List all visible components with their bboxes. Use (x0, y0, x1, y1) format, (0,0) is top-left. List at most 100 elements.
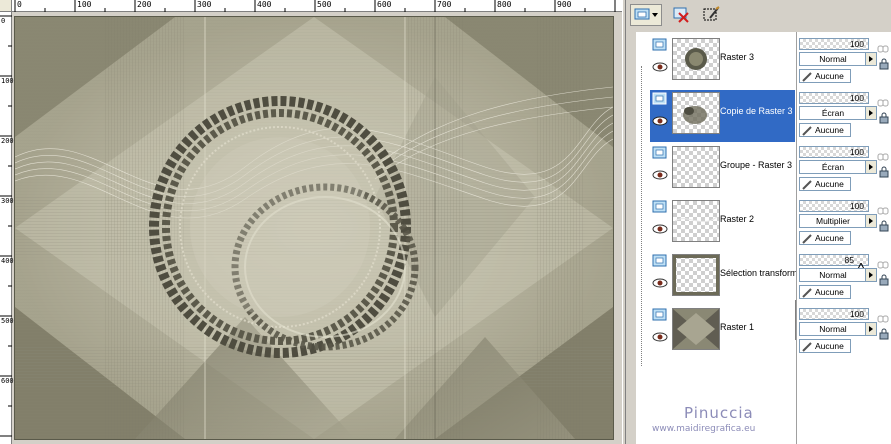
dropdown-arrow-icon[interactable] (865, 53, 876, 65)
artwork-image[interactable] (15, 17, 613, 439)
visibility-eye-icon[interactable] (652, 62, 668, 72)
layers-list: Raster 3 Copie de Raster 3 Groupe - Rast… (636, 32, 808, 444)
brush-icon (802, 234, 812, 244)
new-layer-button[interactable] (630, 4, 662, 26)
raster-layer-icon (652, 38, 667, 51)
ruler-label: 900 (557, 0, 572, 9)
visibility-eye-icon[interactable] (652, 332, 668, 342)
layer-row-copie-de-raster-3[interactable]: Copie de Raster 3 (650, 90, 795, 142)
link-icon[interactable] (877, 314, 889, 324)
layer-properties-raster-2: 100 Multiplier Aucune (799, 198, 889, 250)
brush-icon (802, 288, 812, 298)
blend-mode-value: Normal (819, 54, 847, 64)
layer-name[interactable]: Raster 1 (720, 322, 798, 333)
link-icon[interactable] (877, 206, 889, 216)
layer-thumbnail[interactable] (672, 146, 720, 188)
blend-mode-select[interactable]: Écran (799, 106, 877, 120)
blend-mode-value: Normal (819, 324, 847, 334)
layer-row-groupe-raster-3[interactable]: Groupe - Raster 3 (650, 144, 795, 196)
link-icon[interactable] (877, 98, 889, 108)
layer-name[interactable]: Groupe - Raster 3 (720, 160, 798, 171)
brush-icon (802, 180, 812, 190)
ruler-label: 300 (197, 0, 212, 9)
layer-properties-copie-de-raster-3: 100 Écran Aucune (799, 90, 889, 142)
ruler-label: 0 (1, 17, 6, 25)
ruler-corner (0, 0, 12, 12)
watermark-url: www.maidiregrafica.eu (652, 424, 756, 434)
dropdown-arrow-icon[interactable] (865, 269, 876, 281)
opacity-value: 100 (849, 93, 864, 103)
ruler-label: 800 (497, 0, 512, 9)
dropdown-arrow-icon[interactable] (865, 323, 876, 335)
link-icon[interactable] (877, 260, 889, 270)
mask-select[interactable]: Aucune (799, 339, 851, 353)
lock-icon[interactable] (879, 328, 889, 340)
layer-thumbnail[interactable] (672, 200, 720, 242)
watermark-title: Pinuccia (684, 404, 754, 422)
lock-icon[interactable] (879, 166, 889, 178)
visibility-eye-icon[interactable] (652, 170, 668, 180)
opacity-slider[interactable]: 100 (799, 38, 869, 50)
dropdown-arrow-icon[interactable] (865, 107, 876, 119)
blend-mode-select[interactable]: Multiplier (799, 214, 877, 228)
lock-icon[interactable] (879, 112, 889, 124)
lock-icon[interactable] (879, 58, 889, 70)
blend-mode-select[interactable]: Normal (799, 268, 877, 282)
delete-layer-icon (673, 7, 689, 23)
opacity-value: 100 (849, 147, 864, 157)
raster-layer-icon (652, 308, 667, 321)
raster-layer-icon (652, 92, 667, 105)
dropdown-arrow-icon[interactable] (865, 161, 876, 173)
layer-row-raster-1[interactable]: Raster 1 (650, 306, 795, 358)
layer-name[interactable]: Raster 2 (720, 214, 798, 225)
layer-thumbnail[interactable] (672, 308, 720, 350)
layer-name[interactable]: Sélection transform (720, 268, 798, 279)
lock-icon[interactable] (879, 274, 889, 286)
mask-select[interactable]: Aucune (799, 231, 851, 245)
mask-select[interactable]: Aucune (799, 69, 851, 83)
visibility-eye-icon[interactable] (652, 224, 668, 234)
layer-thumbnail[interactable] (672, 38, 720, 80)
mask-select[interactable]: Aucune (799, 177, 851, 191)
ruler-label: 500 (1, 317, 14, 325)
group-layer-icon (652, 146, 667, 159)
dropdown-arrow-icon[interactable] (865, 215, 876, 227)
link-icon[interactable] (877, 152, 889, 162)
image-canvas-area[interactable]: 0 100 200 300 400 500 600 700 800 900 0 … (0, 0, 622, 444)
opacity-slider[interactable]: 85 (799, 254, 869, 271)
layer-thumbnail[interactable] (672, 92, 720, 134)
blend-mode-select[interactable]: Écran (799, 160, 877, 174)
blend-mode-select[interactable]: Normal (799, 52, 877, 66)
opacity-value: 100 (849, 201, 864, 211)
edit-selection-icon (703, 6, 720, 21)
layer-row-selection-transform[interactable]: Sélection transform (650, 252, 798, 304)
image-document[interactable] (14, 16, 614, 440)
opacity-slider[interactable]: 100 (799, 146, 869, 158)
blend-mode-select[interactable]: Normal (799, 322, 877, 336)
visibility-eye-icon[interactable] (652, 278, 668, 288)
blend-mode-value: Normal (819, 270, 847, 280)
opacity-slider[interactable]: 100 (799, 92, 869, 104)
layer-name[interactable]: Copie de Raster 3 (720, 106, 798, 117)
mask-select[interactable]: Aucune (799, 123, 851, 137)
ruler-label: 600 (1, 377, 14, 385)
layer-row-raster-2[interactable]: Raster 2 (650, 198, 795, 250)
delete-layer-button[interactable] (670, 4, 692, 26)
ruler-label: 600 (377, 0, 392, 9)
opacity-slider[interactable]: 100 (799, 200, 869, 212)
tree-line (641, 66, 642, 366)
mask-select[interactable]: Aucune (799, 285, 851, 299)
lock-icon[interactable] (879, 220, 889, 232)
layer-row-raster-3[interactable]: Raster 3 (650, 36, 795, 88)
ruler-label: 200 (1, 137, 14, 145)
mask-value: Aucune (815, 233, 844, 243)
opacity-slider[interactable]: 100 (799, 308, 869, 320)
layer-properties-column: 100 Normal Aucune 100 Écran Aucune 100 É… (796, 32, 891, 444)
layer-name[interactable]: Raster 3 (720, 52, 798, 63)
edit-selection-button[interactable] (700, 4, 722, 26)
ruler-label: 300 (1, 197, 14, 205)
link-icon[interactable] (877, 44, 889, 54)
layer-thumbnail[interactable] (672, 254, 720, 296)
visibility-eye-icon[interactable] (652, 116, 668, 126)
ruler-label: 400 (257, 0, 272, 9)
